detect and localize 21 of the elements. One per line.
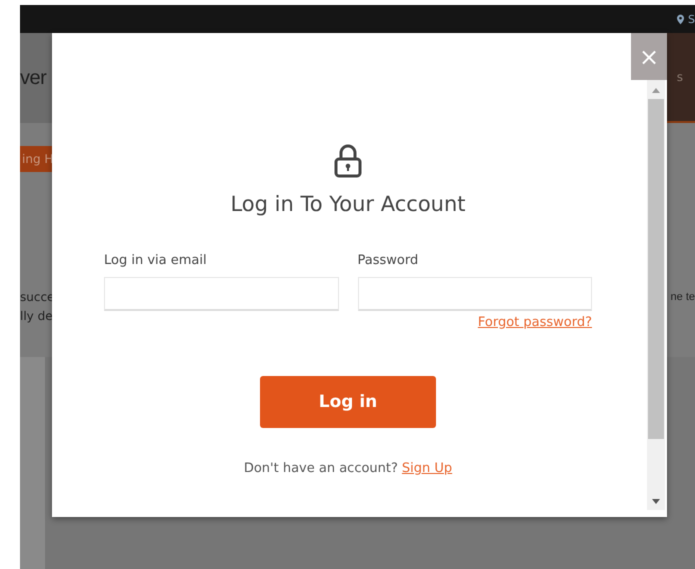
signup-link[interactable]: Sign Up: [402, 461, 452, 476]
input-field[interactable]: [358, 277, 592, 311]
location-label[interactable]: S: [688, 12, 695, 26]
field-label: Log in via email: [104, 253, 208, 268]
input-field[interactable]: [104, 277, 338, 311]
scroll-down-icon[interactable]: [652, 499, 660, 504]
field-label: Password: [358, 253, 420, 268]
nav-item[interactable]: s: [676, 70, 695, 84]
body-text: ne te: [670, 290, 695, 305]
scroll-up-icon[interactable]: [652, 88, 660, 93]
scrollbar[interactable]: [647, 80, 665, 510]
close-button[interactable]: ×: [631, 33, 667, 80]
signup-prompt: Don't have an account?: [244, 461, 398, 476]
scroll-thumb[interactable]: [648, 99, 664, 439]
dialog-title: Log in To Your Account: [230, 192, 466, 216]
forgot-password-link[interactable]: Forgot password?: [478, 315, 592, 330]
body-text: lly de: [20, 308, 54, 325]
lock-icon: [333, 144, 363, 178]
login-button[interactable]: Log in: [260, 376, 436, 428]
map-pin-icon: [677, 14, 684, 24]
site-title: ver: [20, 66, 46, 90]
